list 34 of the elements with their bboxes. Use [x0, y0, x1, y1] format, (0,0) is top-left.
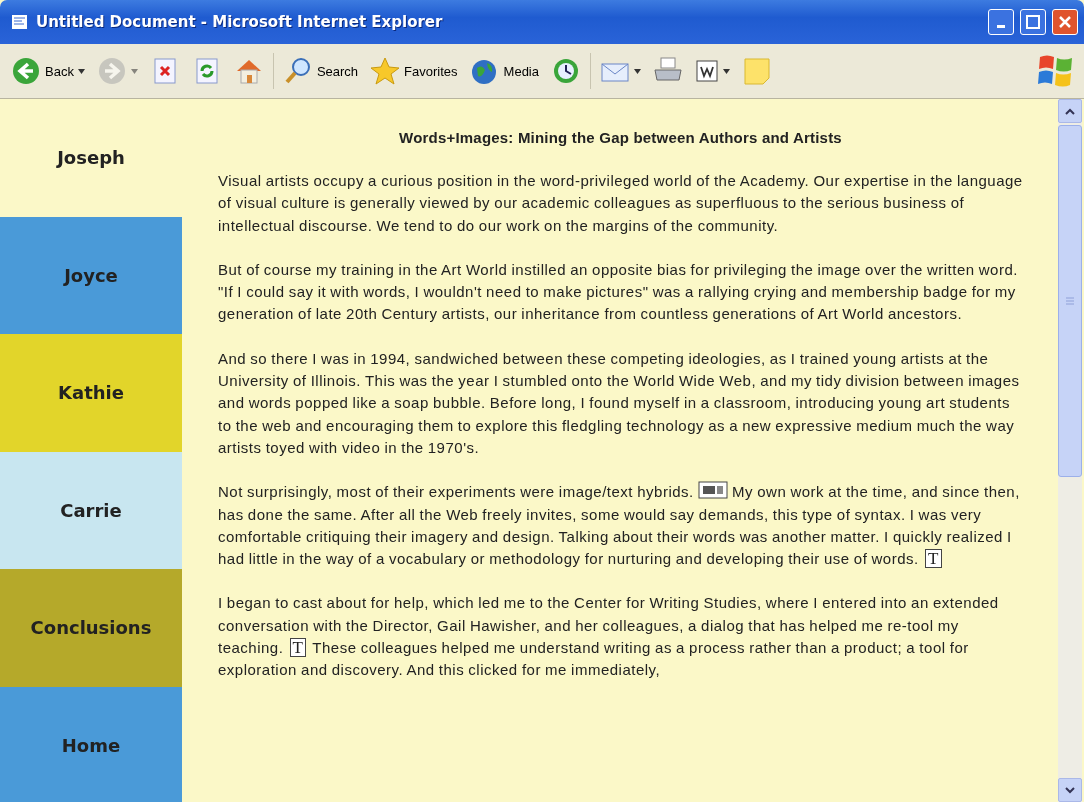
- paragraph: And so there I was in 1994, sandwiched between these competing ideologies, as I trained young artists at the University of Illinois. This was the year I stumbled onto the World Wide Web, and my tidy division between images and words popped like a soap bubble. Before long, I found myself in a classroom, introducing young art students to the web and encouraging them to explore this fledgling technology as a new expressive medium much the way artists toyed with video in the 1970's.: [218, 348, 1021, 458]
- minimize-icon: [997, 24, 1005, 28]
- scroll-thumb[interactable]: [1058, 125, 1082, 477]
- maximize-button[interactable]: [1020, 9, 1046, 35]
- minimize-button[interactable]: [988, 9, 1014, 35]
- favorites-button[interactable]: Favorites: [367, 54, 461, 88]
- paragraph: But of course my training in the Art World instilled an opposite bias for privileging the image over the written word. "If I could say it with words, I wouldn't need to make pictures" was a rallying crying and membership badge for my generation of late 20th Century artists, our inheritance from countless generations of Art World ancestors.: [218, 259, 1019, 325]
- nav-link[interactable]: Kathie: [0, 334, 182, 452]
- nav-link[interactable]: Home: [0, 686, 182, 802]
- text-link[interactable]: T: [924, 549, 942, 569]
- media-button[interactable]: Media: [466, 54, 542, 88]
- back-button[interactable]: Back: [8, 54, 88, 88]
- nav-link[interactable]: Joyce: [0, 216, 182, 334]
- paragraph: Visual artists occupy a curious position in the word-privileged world of the Academy. Our expertise in the language of visual culture is generally viewed by our academic colleagues as superfluous to the serious business of intellectual discourse. We tend to do our work on the margins of the community.: [218, 171, 1023, 236]
- history-icon: [551, 56, 581, 86]
- paragraph: I began to cast about for help, which led me to the Center for Writing Studies, where I entered into an extended conversation with the Director, Gail Hawisher, and her colleagues, a dialog that has helped me re-tool my teaching. T These colleagues helped me understand writing as a process rather than a product; a tool for exploration and discovery. And this clicked for me immediately,: [218, 593, 1000, 681]
- window-title: Untitled Document - Microsoft Internet Explorer: [36, 13, 444, 31]
- scroll-down-button[interactable]: [1058, 778, 1082, 802]
- search-button[interactable]: Search: [279, 54, 362, 88]
- nav-link[interactable]: Carrie: [0, 451, 182, 569]
- maximize-icon: [1026, 15, 1040, 29]
- star-icon: [370, 56, 401, 86]
- article-heading: Words+Images: Mining the Gap between Authors and Artists: [398, 129, 843, 146]
- close-button[interactable]: [1052, 9, 1078, 35]
- document-icon: [695, 59, 719, 83]
- text-link[interactable]: T: [289, 638, 307, 658]
- scroll-up-button[interactable]: [1058, 99, 1082, 123]
- paragraph: Not surprisingly, most of their experiments were image/text hybrids. My own work at the time, and since then, has done the same. After all the Web freely invites, some would say demands, this type of syntax. I was very comfortable critiquing their imagery and design. Talking about their words was another matter. I quickly realized I had little in the way of a vocabulary or methodology for nurturing and developing their use of words. T: [218, 481, 1021, 571]
- browser-icon: [10, 12, 30, 32]
- nav-link[interactable]: Conclusions: [0, 569, 182, 687]
- note-icon: [742, 56, 772, 86]
- image-link-icon[interactable]: [697, 483, 728, 501]
- scrollbar[interactable]: [1058, 99, 1082, 802]
- close-icon: [1058, 15, 1072, 29]
